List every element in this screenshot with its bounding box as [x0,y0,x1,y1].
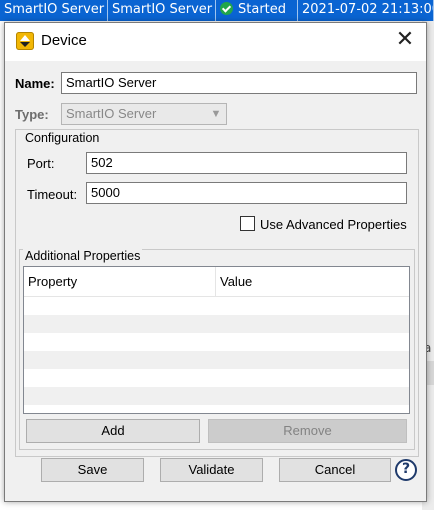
type-label: Type: [15,107,49,122]
started-status-icon [220,2,233,15]
close-button[interactable]: ✕ [384,23,426,59]
port-field[interactable]: 502 [86,152,407,174]
bg-cell-type: SmartIO Server [108,0,216,21]
column-header-property[interactable]: Property [24,267,216,296]
additional-properties-title: Additional Properties [23,249,143,263]
bg-cell-timestamp: 2021-07-02 21:13:00 [298,0,434,21]
cancel-button[interactable]: Cancel [279,458,391,482]
table-row [24,315,409,333]
chevron-down-icon: ▼ [210,108,222,120]
dialog-titlebar[interactable]: Device ✕ [5,23,426,61]
type-select-value: SmartIO Server [66,106,157,121]
table-row [24,387,409,405]
name-field[interactable]: SmartIO Server [61,72,417,94]
advanced-properties-label[interactable]: Use Advanced Properties [260,217,407,232]
device-dialog: Device ✕ Name: SmartIO Server Type: Smar… [4,22,427,502]
remove-button[interactable]: Remove [208,419,407,443]
bg-status-text: Started [238,2,287,17]
properties-table[interactable]: Property Value [23,266,410,414]
background-list-row[interactable]: SmartIO Server SmartIO Server Started 20… [0,0,434,21]
bg-cell-status: Started [216,0,298,21]
type-select: SmartIO Server ▼ [61,103,227,125]
validate-button[interactable]: Validate [160,458,263,482]
timeout-field[interactable]: 5000 [86,182,407,204]
advanced-properties-checkbox[interactable] [240,216,255,231]
table-row [24,333,409,351]
configuration-group-title: Configuration [23,131,102,145]
table-row [24,369,409,387]
save-button[interactable]: Save [41,458,144,482]
properties-table-header: Property Value [24,267,409,297]
name-label: Name: [15,76,55,91]
table-row [24,351,409,369]
dialog-title: Device [41,32,87,49]
table-row [24,297,409,315]
add-button[interactable]: Add [26,419,200,443]
device-app-icon [16,32,34,50]
port-label: Port: [27,156,55,171]
bg-cell-name: SmartIO Server [0,0,108,21]
help-icon[interactable]: ? [395,459,417,481]
timeout-label: Timeout: [27,187,78,202]
column-header-value[interactable]: Value [216,267,409,296]
